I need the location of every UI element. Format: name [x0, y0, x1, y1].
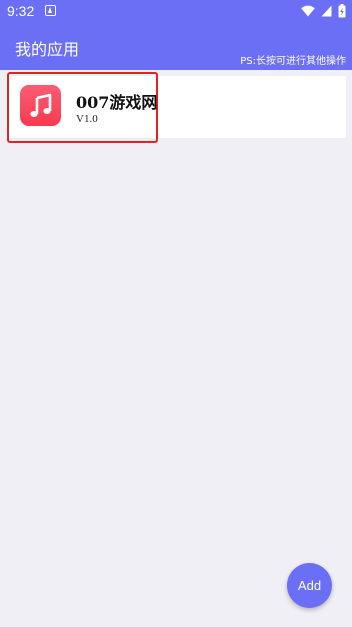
app-name: 007游戏网 [76, 93, 158, 112]
app-version: V1.0 [76, 113, 98, 125]
signal-icon [321, 5, 332, 17]
battery-charging-icon [338, 4, 346, 18]
add-button[interactable]: Add [287, 563, 332, 608]
notification-a-icon [45, 5, 56, 16]
wifi-icon [301, 5, 315, 17]
status-icons [301, 4, 346, 18]
music-note-icon [20, 85, 61, 126]
page-title: 我的应用 [15, 40, 80, 59]
status-time: 9:32 [7, 3, 35, 19]
long-press-hint: PS:长按可进行其他操作 [240, 56, 346, 67]
status-bar: 9:32 [0, 0, 352, 24]
app-header: 9:32 我的应用 PS:长按可进行其他操作 [0, 0, 352, 70]
